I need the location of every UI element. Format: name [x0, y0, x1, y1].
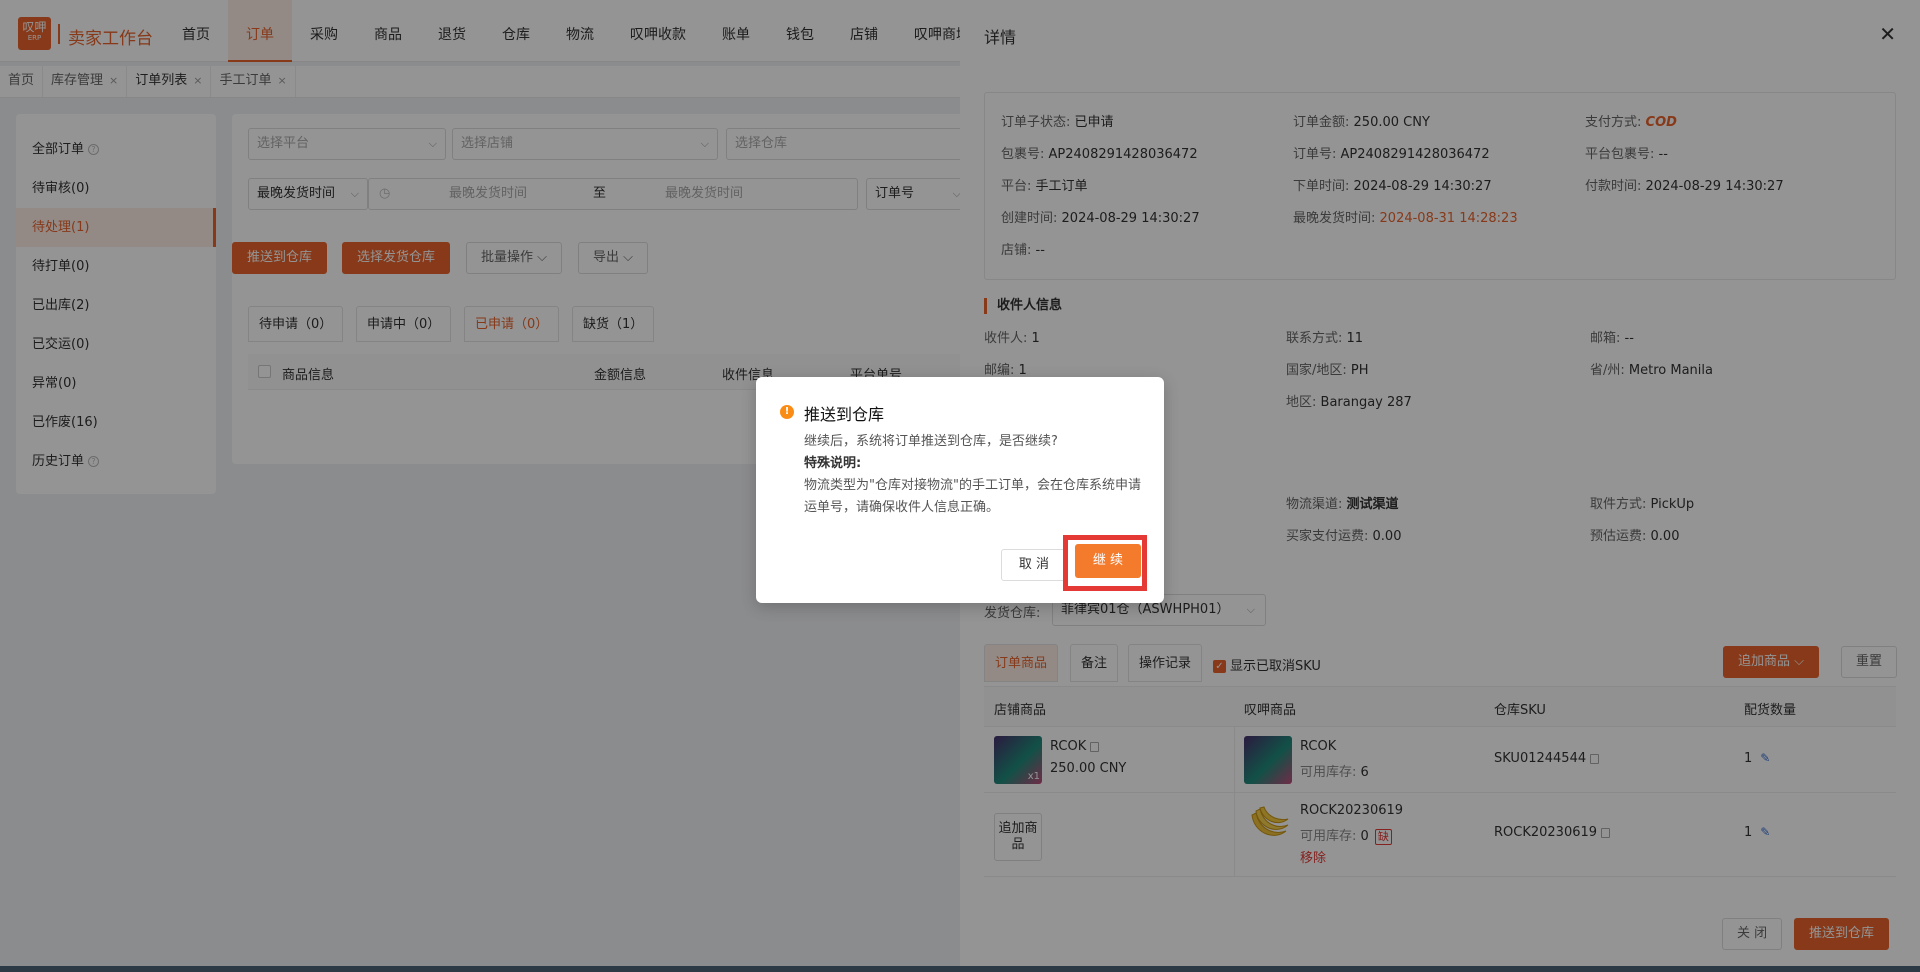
taskbar	[0, 966, 1920, 972]
warning-icon: !	[780, 405, 794, 419]
dialog-title: 推送到仓库	[804, 405, 885, 424]
dialog-body: 继续后，系统将订单推送到仓库，是否继续? 特殊说明: 物流类型为"仓库对接物流"…	[804, 431, 1144, 519]
dialog-note-title: 特殊说明:	[804, 456, 862, 471]
cancel-button[interactable]: 取 消	[1001, 549, 1067, 581]
dialog-note: 物流类型为"仓库对接物流"的手工订单，会在仓库系统申请运单号，请确保收件人信息正…	[804, 478, 1141, 515]
continue-button[interactable]: 继 续	[1075, 544, 1141, 578]
confirm-dialog: ! 推送到仓库 继续后，系统将订单推送到仓库，是否继续? 特殊说明: 物流类型为…	[756, 377, 1164, 603]
dialog-message: 继续后，系统将订单推送到仓库，是否继续?	[804, 434, 1058, 449]
